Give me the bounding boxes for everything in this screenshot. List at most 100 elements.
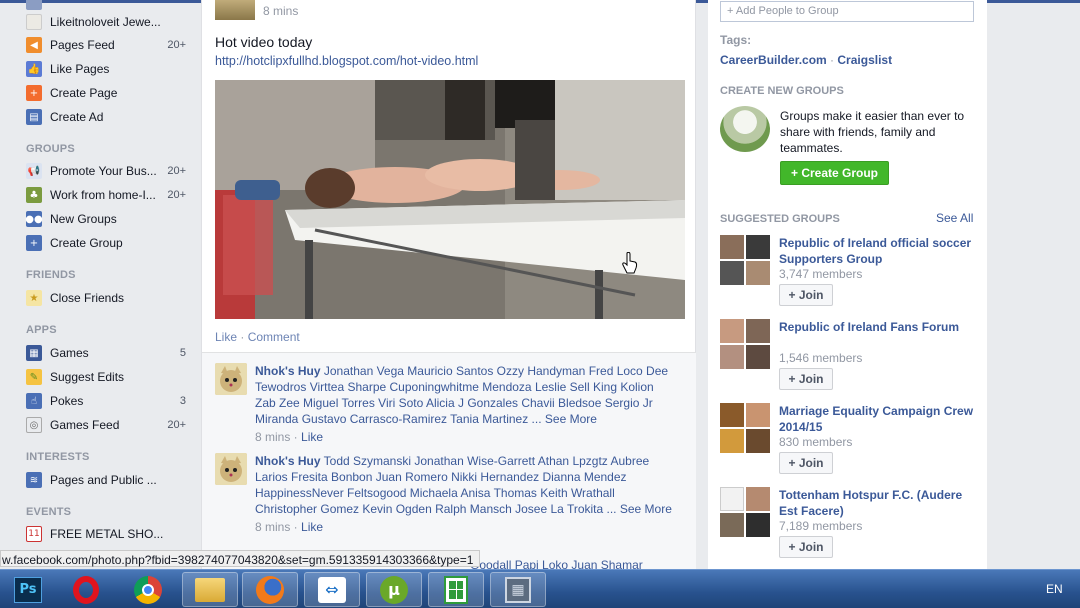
sidebar-item-promote-group[interactable]: 📢 Promote Your Bus... 20+: [26, 161, 186, 181]
sidebar-item-jewelry-page[interactable]: Likeitnoloveit Jewe...: [26, 12, 186, 32]
groups-illustration: [720, 106, 770, 152]
group-name[interactable]: Tottenham Hotspur F.C. (Audere Est Facer…: [779, 487, 979, 519]
see-more-link[interactable]: See More: [545, 412, 597, 426]
sidebar-item-close-friends[interactable]: ★ Close Friends: [26, 288, 186, 308]
comment-time[interactable]: 8 mins: [255, 430, 290, 444]
news-feed: 8 mins Hot video today http://hotclipxfu…: [201, 0, 696, 570]
count-badge: 20+: [167, 419, 186, 431]
group-photo-mosaic[interactable]: [720, 487, 770, 537]
photoshop-icon[interactable]: Ps: [0, 572, 56, 607]
sidebar-item-free-metal-show[interactable]: 11 FREE METAL SHO...: [26, 524, 186, 544]
post-link[interactable]: http://hotclipxfullhd.blogspot.com/hot-v…: [215, 54, 478, 68]
sidebar-item-label: Create Group: [50, 236, 123, 250]
events-header: EVENTS: [26, 506, 72, 518]
poke-icon: ☝: [26, 393, 42, 409]
see-all-link[interactable]: See All: [936, 211, 973, 225]
thumbs-up-icon: 👍: [26, 61, 42, 77]
count-badge: 5: [179, 347, 186, 359]
sidebar-item-placeholder[interactable]: [26, 0, 186, 12]
hand-cursor-icon: [622, 252, 638, 274]
comment-like-link[interactable]: Like: [301, 520, 323, 534]
count-badge: 20+: [167, 165, 186, 177]
comment-author[interactable]: Nhok's Huy: [255, 454, 321, 468]
comments-section: Nhok's Huy Jonathan Vega Mauricio Santos…: [202, 352, 696, 570]
create-group-button[interactable]: + Create Group: [780, 161, 889, 185]
sidebar-item-label: Pages Feed: [50, 38, 115, 52]
explorer-icon[interactable]: [182, 572, 238, 607]
separator-dot: ·: [237, 330, 248, 344]
suggested-groups-header: SUGGESTED GROUPS: [720, 213, 840, 225]
group-members: 3,747 members: [779, 267, 863, 281]
sidebar-item-label: Pokes: [50, 394, 84, 408]
sidebar-item-games[interactable]: ▦ Games 5: [26, 343, 186, 363]
right-column: + Add People to Group Tags: CareerBuilde…: [708, 0, 987, 570]
join-button[interactable]: + Join: [779, 368, 833, 390]
sidebar-item-create-page[interactable]: + Create Page: [26, 83, 186, 103]
video-icon[interactable]: ▦: [490, 572, 546, 607]
comment-author[interactable]: Nhok's Huy: [255, 364, 321, 378]
group-photo-mosaic[interactable]: [720, 403, 770, 453]
comment-time[interactable]: 8 mins: [255, 520, 290, 534]
sidebar-item-label: Pages and Public ...: [50, 473, 157, 487]
group-photo-mosaic[interactable]: [720, 319, 770, 369]
comment-link[interactable]: Comment: [248, 330, 300, 344]
sidebar-item-label: Likeitnoloveit Jewe...: [50, 15, 161, 29]
group-name[interactable]: Republic of Ireland official soccer Supp…: [779, 235, 979, 267]
firefox-icon[interactable]: [242, 572, 298, 607]
sidebar-item-create-group[interactable]: + Create Group: [26, 233, 186, 253]
cat-face-icon: [215, 363, 247, 395]
sidebar-item-new-groups[interactable]: ●● New Groups: [25, 209, 186, 229]
see-more-link[interactable]: See More: [620, 502, 672, 516]
photo-illustration: [215, 80, 685, 319]
sidebar-item-label: Create Page: [50, 86, 118, 100]
sidebar-item-pages-feed[interactable]: ◀ Pages Feed 20+: [26, 35, 186, 55]
sidebar-item-pokes[interactable]: ☝ Pokes 3: [26, 391, 186, 411]
sidebar-item-suggest-edits[interactable]: ✎ Suggest Edits: [26, 367, 186, 387]
like-link[interactable]: Like: [215, 330, 237, 344]
sidebar-item-label: Create Ad: [50, 110, 104, 124]
add-people-input[interactable]: + Add People to Group: [720, 1, 974, 22]
plus-group-icon: +: [26, 235, 42, 251]
tree-icon: ♣: [26, 187, 42, 203]
plus-page-icon: +: [26, 85, 42, 101]
language-indicator[interactable]: EN: [1046, 582, 1063, 596]
cat-avatar[interactable]: [215, 363, 247, 395]
sidebar-item-create-ad[interactable]: ▤ Create Ad: [26, 107, 186, 127]
megaphone-icon: 📢: [26, 163, 42, 179]
controller-icon: ◎: [26, 417, 42, 433]
utorrent-icon[interactable]: µ: [366, 572, 422, 607]
sidebar-item-pages-and-public[interactable]: ≋ Pages and Public ...: [26, 470, 186, 490]
tag-link[interactable]: CareerBuilder.com: [720, 53, 827, 67]
sidebar-item-label: Like Pages: [50, 62, 110, 76]
comment-like-link[interactable]: Like: [301, 430, 323, 444]
chrome-icon[interactable]: [120, 572, 176, 607]
join-button[interactable]: + Join: [779, 284, 833, 306]
group-photo-mosaic[interactable]: [720, 235, 770, 285]
sidebar-item-label: Close Friends: [50, 291, 125, 305]
interests-header: INTERESTS: [26, 451, 90, 463]
create-groups-text: Groups make it easier than ever to share…: [780, 109, 965, 155]
post-photo[interactable]: [215, 80, 685, 319]
sidebar-item-label: Suggest Edits: [50, 370, 125, 384]
left-sidebar: Likeitnoloveit Jewe... ◀ Pages Feed 20+ …: [0, 0, 200, 570]
cat-avatar[interactable]: [215, 453, 247, 485]
post-timestamp[interactable]: 8 mins: [263, 4, 298, 18]
join-button[interactable]: + Join: [779, 452, 833, 474]
sidebar-item-label: Work from home-I...: [50, 188, 156, 202]
separator-dot: ·: [826, 53, 838, 67]
opera-icon[interactable]: [58, 572, 114, 607]
spreadsheet-icon[interactable]: [428, 572, 484, 607]
join-button[interactable]: + Join: [779, 536, 833, 558]
apps-header: APPS: [26, 324, 57, 336]
sidebar-item-like-pages[interactable]: 👍 Like Pages: [26, 59, 186, 79]
comment-meta: 8 mins · Like: [255, 520, 324, 534]
group-name[interactable]: Republic of Ireland Fans Forum: [779, 319, 979, 335]
teamviewer-icon[interactable]: ⇔: [304, 572, 360, 607]
tag-link[interactable]: Craigslist: [837, 53, 892, 67]
post-author-thumbnail[interactable]: [215, 0, 255, 20]
sidebar-item-games-feed[interactable]: ◎ Games Feed 20+: [26, 415, 186, 435]
group-members: 7,189 members: [779, 519, 863, 533]
sidebar-item-work-from-home[interactable]: ♣ Work from home-I... 20+: [26, 185, 186, 205]
group-name[interactable]: Marriage Equality Campaign Crew 2014/15: [779, 403, 979, 435]
pencil-icon: ✎: [26, 369, 42, 385]
